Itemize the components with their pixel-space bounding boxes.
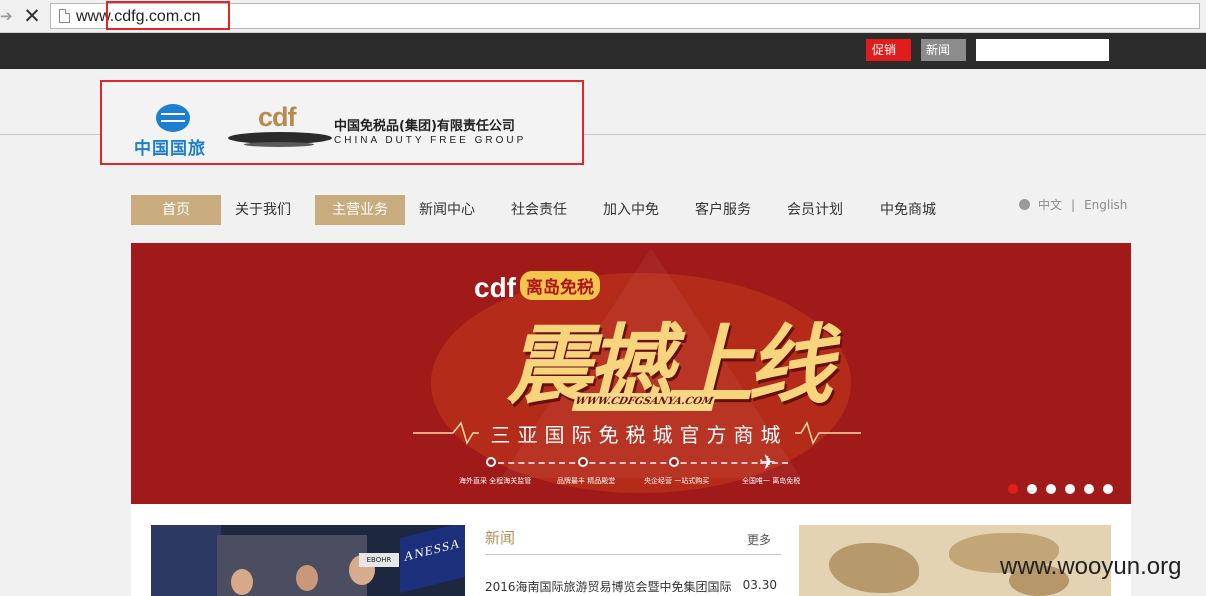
company-name: 中国免税品(集团)有限责任公司 CHINA DUTY FREE GROUP <box>334 115 554 146</box>
promo-button[interactable]: 促销 <box>866 39 911 61</box>
nav-item-about[interactable]: 关于我们 <box>235 195 291 225</box>
news-more-link[interactable]: 更多 <box>747 531 771 548</box>
nav-item-join[interactable]: 加入中免 <box>603 195 659 225</box>
cdf-logo[interactable]: cdf <box>226 102 336 152</box>
ebohr-sign: EBOHR <box>359 553 399 567</box>
timeline-node <box>486 457 496 467</box>
timeline-label: 品牌最丰 精品殿堂 <box>557 477 616 485</box>
slide-dot[interactable] <box>1008 484 1018 494</box>
forward-icon[interactable]: ➔ <box>0 7 13 25</box>
lang-english[interactable]: English <box>1084 198 1127 212</box>
stop-icon[interactable]: ✕ <box>22 4 42 28</box>
nav-item-social-responsibility[interactable]: 社会责任 <box>511 195 567 225</box>
timeline-node <box>669 457 679 467</box>
globe-icon <box>1019 199 1030 210</box>
page-icon <box>59 9 70 23</box>
news-item-date: 03.30 <box>742 578 777 592</box>
watermark: www.wooyun.org <box>1000 553 1182 580</box>
lang-separator: | <box>1071 198 1076 212</box>
banner-subtitle: 三亚国际免税城官方商城 <box>490 423 788 447</box>
nav-item-news-center[interactable]: 新闻中心 <box>419 195 475 225</box>
company-name-en: CHINA DUTY FREE GROUP <box>334 135 527 146</box>
slide-dot[interactable] <box>1103 484 1113 494</box>
cits-logo[interactable]: 中国国旅 <box>134 104 218 159</box>
language-switcher: 中文 | English <box>1019 196 1127 213</box>
search-input[interactable] <box>976 39 1109 61</box>
lang-chinese[interactable]: 中文 <box>1038 198 1062 212</box>
slide-dot[interactable] <box>1065 484 1075 494</box>
news-divider <box>485 554 781 555</box>
hero-banner[interactable]: cdf 离岛免税 震撼上线 WWW.CDFGSANYA.COM 三亚国际免税城官方… <box>131 243 1131 504</box>
news-button[interactable]: 新闻 <box>921 39 966 61</box>
news-title: 新闻 <box>485 529 516 547</box>
nav-item-membership[interactable]: 会员计划 <box>787 195 843 225</box>
banner-url: WWW.CDFGSANYA.COM <box>571 393 717 411</box>
nav-item-customer-service[interactable]: 客户服务 <box>695 195 751 225</box>
cits-name: 中国国旅 <box>134 139 206 159</box>
company-name-cn: 中国免税品(集团)有限责任公司 <box>334 119 515 134</box>
logo-highlight-box: 中国国旅 cdf 中国免税品(集团)有限责任公司 CHINA DUTY FREE… <box>100 80 584 165</box>
news-photo[interactable]: ANESSA EBOHR <box>151 525 465 596</box>
nav-item-mall[interactable]: 中免商城 <box>880 195 936 225</box>
news-item-title[interactable]: 2016海南国际旅游贸易博览会暨中免集团国际 <box>485 578 732 595</box>
airplane-icon: ✈ <box>759 450 776 474</box>
slide-dot[interactable] <box>1046 484 1056 494</box>
site-topbar: 促销 新闻 <box>0 33 1206 69</box>
timeline-label: 海外直采 全程海关监管 <box>459 477 532 485</box>
anessa-sign: ANESSA <box>400 525 465 594</box>
banner-timeline <box>488 462 788 464</box>
slide-dot[interactable] <box>1027 484 1037 494</box>
slide-dot[interactable] <box>1084 484 1094 494</box>
cits-globe-icon <box>156 104 190 132</box>
browser-toolbar: ➔ ✕ www.cdfg.com.cn <box>0 0 1206 33</box>
cdf-letters: cdf <box>258 102 296 132</box>
nav-item-home[interactable]: 首页 <box>131 195 221 225</box>
brush-stroke-2 <box>244 142 314 147</box>
timeline-node <box>578 457 588 467</box>
nav-item-business[interactable]: 主营业务 <box>315 195 405 225</box>
timeline-label: 全国唯一 离岛免税 <box>742 477 801 485</box>
timeline-label: 央企经营 一站式购买 <box>644 477 710 485</box>
url-highlight-box <box>106 1 230 30</box>
news-section: 新闻 更多 2016海南国际旅游贸易博览会暨中免集团国际 03.30 <box>485 525 781 596</box>
